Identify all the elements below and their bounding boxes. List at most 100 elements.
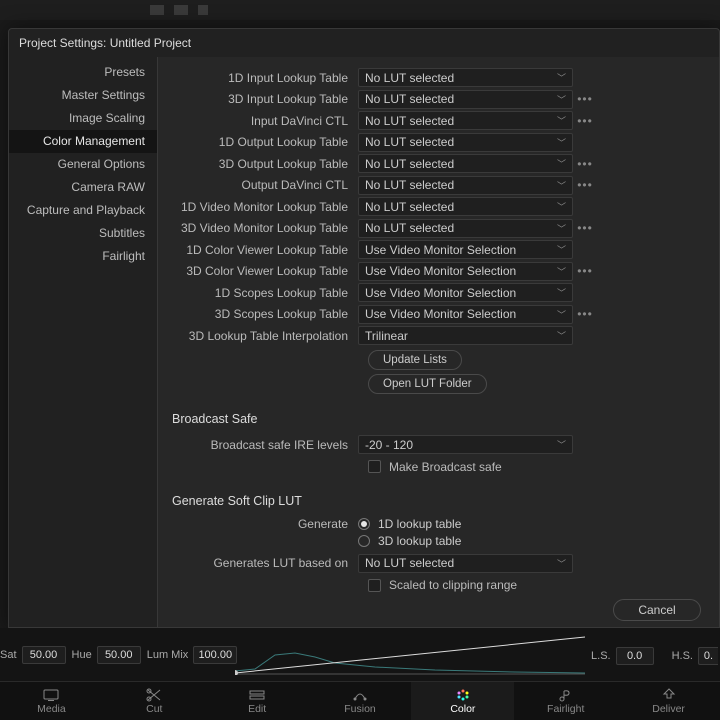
radio-3d[interactable] [358, 535, 370, 547]
radio-1d[interactable] [358, 518, 370, 530]
chevron-down-icon: ﹀ [557, 329, 566, 342]
chevron-down-icon: ﹀ [557, 243, 566, 256]
lut-row-label: 1D Color Viewer Lookup Table [168, 243, 358, 257]
page-tab-cut[interactable]: Cut [103, 682, 206, 720]
page-tab-fusion[interactable]: Fusion [309, 682, 412, 720]
sidebar-item-fairlight[interactable]: Fairlight [9, 245, 157, 268]
chevron-down-icon: ﹀ [557, 286, 566, 299]
deliver-icon [661, 688, 677, 702]
make-broadcast-safe-label: Make Broadcast safe [389, 460, 502, 474]
lut-row-label: 1D Input Lookup Table [168, 71, 358, 85]
curves-graph[interactable] [235, 635, 585, 675]
lut-dropdown[interactable]: Use Video Monitor Selection﹀ [358, 240, 573, 259]
more-options-icon[interactable]: ••• [573, 178, 597, 192]
hue-value[interactable]: 50.00 [97, 646, 141, 664]
page-tab-fairlight[interactable]: Fairlight [514, 682, 617, 720]
sat-value[interactable]: 50.00 [22, 646, 66, 664]
make-broadcast-safe-checkbox[interactable] [368, 460, 381, 473]
lut-dropdown[interactable]: Trilinear﹀ [358, 326, 573, 345]
sidebar-item-master-settings[interactable]: Master Settings [9, 84, 157, 107]
sidebar-item-image-scaling[interactable]: Image Scaling [9, 107, 157, 130]
sidebar-item-color-management[interactable]: Color Management [9, 130, 157, 153]
lut-dropdown[interactable]: No LUT selected﹀ [358, 154, 573, 173]
color-icon [455, 688, 471, 702]
chevron-down-icon: ﹀ [557, 222, 566, 235]
chevron-down-icon: ﹀ [557, 265, 566, 278]
chevron-down-icon: ﹀ [557, 157, 566, 170]
ire-levels-label: Broadcast safe IRE levels [168, 438, 358, 452]
lut-row-label: Output DaVinci CTL [168, 178, 358, 192]
chevron-down-icon: ﹀ [557, 114, 566, 127]
sidebar-item-presets[interactable]: Presets [9, 61, 157, 84]
hs-value[interactable]: 0. [698, 647, 718, 665]
sidebar-item-subtitles[interactable]: Subtitles [9, 222, 157, 245]
soft-clip-title: Generate Soft Clip LUT [168, 478, 719, 516]
scaled-clipping-label: Scaled to clipping range [389, 578, 517, 592]
lut-row-label: 1D Output Lookup Table [168, 135, 358, 149]
chevron-down-icon: ﹀ [557, 93, 566, 106]
more-options-icon[interactable]: ••• [573, 157, 597, 171]
lut-dropdown[interactable]: No LUT selected﹀ [358, 68, 573, 87]
lut-row-label: 1D Video Monitor Lookup Table [168, 200, 358, 214]
lut-dropdown[interactable]: Use Video Monitor Selection﹀ [358, 305, 573, 324]
lut-dropdown[interactable]: No LUT selected﹀ [358, 111, 573, 130]
lut-row-label: Input DaVinci CTL [168, 114, 358, 128]
broadcast-safe-title: Broadcast Safe [168, 396, 719, 434]
lut-row-label: 3D Output Lookup Table [168, 157, 358, 171]
ls-value[interactable]: 0.0 [616, 647, 654, 665]
modal-title: Project Settings: Untitled Project [9, 29, 719, 57]
page-tab-color[interactable]: Color [411, 682, 514, 720]
page-tab-deliver[interactable]: Deliver [617, 682, 720, 720]
sidebar-item-camera-raw[interactable]: Camera RAW [9, 176, 157, 199]
chevron-down-icon: ﹀ [557, 136, 566, 149]
more-options-icon[interactable]: ••• [573, 264, 597, 278]
lut-dropdown[interactable]: No LUT selected﹀ [358, 90, 573, 109]
page-tab-media[interactable]: Media [0, 682, 103, 720]
hue-label: Hue [72, 649, 92, 661]
cut-icon [146, 688, 162, 702]
lut-dropdown[interactable]: Use Video Monitor Selection﹀ [358, 283, 573, 302]
lut-row-label: 3D Color Viewer Lookup Table [168, 264, 358, 278]
lummix-value[interactable]: 100.00 [193, 646, 237, 664]
hs-label: H.S. [672, 650, 693, 662]
chevron-down-icon: ﹀ [557, 179, 566, 192]
lut-row-label: 1D Scopes Lookup Table [168, 286, 358, 300]
more-options-icon[interactable]: ••• [573, 114, 597, 128]
based-on-label: Generates LUT based on [168, 556, 358, 570]
chevron-down-icon: ﹀ [557, 200, 566, 213]
ls-label: L.S. [591, 650, 611, 662]
project-settings-modal: Project Settings: Untitled Project Prese… [8, 28, 720, 628]
open-lut-folder-button[interactable]: Open LUT Folder [368, 374, 487, 394]
scaled-clipping-checkbox[interactable] [368, 579, 381, 592]
page-tab-edit[interactable]: Edit [206, 682, 309, 720]
settings-content: 1D Input Lookup TableNo LUT selected﹀3D … [157, 57, 719, 627]
ire-levels-dropdown[interactable]: -20 - 120﹀ [358, 435, 573, 454]
lummix-label: Lum Mix [147, 649, 189, 661]
settings-sidebar: PresetsMaster SettingsImage ScalingColor… [9, 57, 157, 627]
fairlight-icon [558, 688, 574, 702]
sidebar-item-capture-and-playback[interactable]: Capture and Playback [9, 199, 157, 222]
lut-row-label: 3D Lookup Table Interpolation [168, 329, 358, 343]
update-lists-button[interactable]: Update Lists [368, 350, 462, 370]
lut-dropdown[interactable]: No LUT selected﹀ [358, 197, 573, 216]
lut-dropdown[interactable]: Use Video Monitor Selection﹀ [358, 262, 573, 281]
lut-dropdown[interactable]: No LUT selected﹀ [358, 133, 573, 152]
chevron-down-icon: ﹀ [557, 438, 566, 451]
chevron-down-icon: ﹀ [557, 308, 566, 321]
lut-dropdown[interactable]: No LUT selected﹀ [358, 219, 573, 238]
based-on-dropdown[interactable]: No LUT selected﹀ [358, 554, 573, 573]
lut-dropdown[interactable]: No LUT selected﹀ [358, 176, 573, 195]
lut-row-label: 3D Scopes Lookup Table [168, 307, 358, 321]
fusion-icon [352, 688, 368, 702]
more-options-icon[interactable]: ••• [573, 221, 597, 235]
sidebar-item-general-options[interactable]: General Options [9, 153, 157, 176]
cancel-button[interactable]: Cancel [613, 599, 701, 621]
toolbar-icon[interactable] [174, 5, 188, 15]
generate-label: Generate [168, 516, 358, 531]
more-options-icon[interactable]: ••• [573, 92, 597, 106]
toolbar-icon[interactable] [150, 5, 164, 15]
sat-label: Sat [0, 649, 17, 661]
page-nav: MediaCutEditFusionColorFairlightDeliver [0, 681, 720, 720]
more-options-icon[interactable]: ••• [573, 307, 597, 321]
toolbar-icon[interactable] [198, 5, 208, 15]
